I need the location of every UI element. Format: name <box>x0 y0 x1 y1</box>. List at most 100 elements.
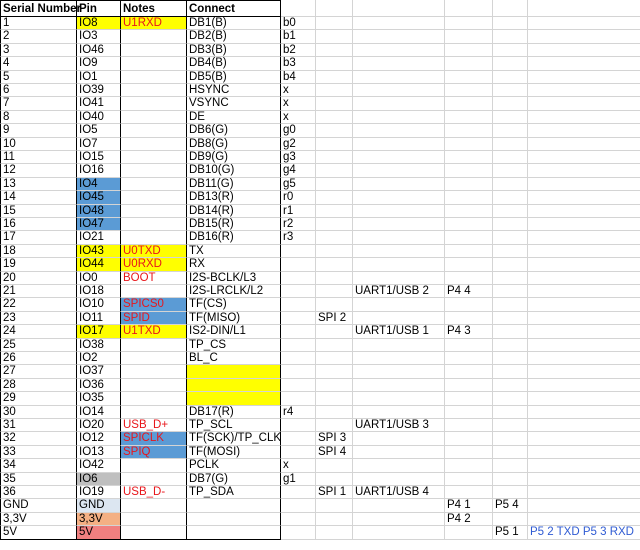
p5-note-cell[interactable] <box>528 30 640 44</box>
spi-cell[interactable] <box>316 459 353 473</box>
uart-cell[interactable] <box>353 191 445 205</box>
spi-cell[interactable] <box>316 352 353 366</box>
p5-note-cell[interactable] <box>528 57 640 71</box>
connect-cell[interactable]: DB7(G) <box>187 472 281 486</box>
serial-cell[interactable]: 35 <box>0 472 77 486</box>
pin-cell[interactable]: IO18 <box>77 285 121 299</box>
spi-cell[interactable] <box>316 499 353 513</box>
p5-cell[interactable] <box>493 365 528 379</box>
pin-cell[interactable]: IO13 <box>77 445 121 460</box>
extra-cell[interactable]: r1 <box>281 204 316 218</box>
p5-cell[interactable] <box>493 17 528 31</box>
notes-cell[interactable] <box>121 338 187 352</box>
uart-cell[interactable] <box>353 57 445 71</box>
notes-cell[interactable]: USB_D- <box>121 486 187 500</box>
extra-cell[interactable]: g4 <box>281 164 316 178</box>
p5-cell[interactable] <box>493 432 528 446</box>
uart-cell[interactable] <box>353 378 445 393</box>
spi-cell[interactable] <box>316 419 353 433</box>
notes-cell[interactable] <box>121 365 187 379</box>
spi-cell[interactable] <box>316 97 353 111</box>
connect-cell[interactable]: DB11(G) <box>187 177 281 192</box>
spi-cell[interactable] <box>316 526 353 540</box>
spi-cell[interactable] <box>316 298 353 312</box>
spi-cell[interactable] <box>316 84 353 98</box>
p5-note-cell[interactable]: P5 2 TXD P5 3 RXD <box>528 526 640 540</box>
extra-cell[interactable] <box>281 352 316 366</box>
notes-cell[interactable]: SPIQ <box>121 445 187 460</box>
spi-cell[interactable] <box>316 405 353 419</box>
p5-cell[interactable] <box>493 137 528 151</box>
notes-cell[interactable]: U1RXD <box>121 17 187 31</box>
uart-cell[interactable] <box>353 30 445 44</box>
serial-cell[interactable]: 32 <box>0 432 77 446</box>
pin-cell[interactable]: IO43 <box>77 244 121 259</box>
notes-cell[interactable]: U0TXD <box>121 244 187 259</box>
header-empty[interactable] <box>528 0 640 17</box>
connect-cell[interactable]: TP_SCL <box>187 419 281 433</box>
serial-cell[interactable]: 4 <box>0 57 77 71</box>
uart-cell[interactable] <box>353 311 445 326</box>
extra-cell[interactable] <box>281 419 316 433</box>
p4-cell[interactable] <box>445 57 493 71</box>
p5-cell[interactable] <box>493 298 528 312</box>
serial-cell[interactable]: 3 <box>0 43 77 58</box>
connect-cell[interactable]: DB15(R) <box>187 218 281 232</box>
p5-note-cell[interactable] <box>528 258 640 272</box>
p4-cell[interactable] <box>445 378 493 393</box>
p5-cell[interactable] <box>493 285 528 299</box>
connect-cell[interactable]: DB13(R) <box>187 191 281 205</box>
p4-cell[interactable] <box>445 486 493 500</box>
spi-cell[interactable] <box>316 325 353 339</box>
connect-cell[interactable] <box>187 512 281 527</box>
spi-cell[interactable] <box>316 110 353 125</box>
serial-cell[interactable]: 9 <box>0 124 77 138</box>
notes-cell[interactable] <box>121 30 187 44</box>
uart-cell[interactable] <box>353 271 445 285</box>
uart-cell[interactable] <box>353 164 445 178</box>
p5-note-cell[interactable] <box>528 325 640 339</box>
connect-cell[interactable]: DB5(B) <box>187 70 281 84</box>
spi-cell[interactable] <box>316 271 353 285</box>
p5-cell[interactable] <box>493 57 528 71</box>
notes-cell[interactable] <box>121 43 187 58</box>
connect-cell[interactable]: TF(MISO) <box>187 311 281 326</box>
spi-cell[interactable]: SPI 3 <box>316 432 353 446</box>
notes-cell[interactable] <box>121 177 187 192</box>
pin-cell[interactable]: IO38 <box>77 338 121 352</box>
serial-cell[interactable]: 14 <box>0 191 77 205</box>
uart-cell[interactable] <box>353 432 445 446</box>
notes-cell[interactable] <box>121 285 187 299</box>
extra-cell[interactable]: b2 <box>281 43 316 58</box>
serial-cell[interactable]: 24 <box>0 325 77 339</box>
connect-cell[interactable]: I2S-LRCLK/L2 <box>187 285 281 299</box>
extra-cell[interactable]: r3 <box>281 231 316 245</box>
serial-cell[interactable]: 28 <box>0 378 77 393</box>
p5-cell[interactable] <box>493 405 528 419</box>
p4-cell[interactable] <box>445 258 493 272</box>
p4-cell[interactable] <box>445 30 493 44</box>
connect-cell[interactable]: TF(SCK)/TP_CLK <box>187 432 281 446</box>
extra-cell[interactable]: r4 <box>281 405 316 419</box>
p5-note-cell[interactable] <box>528 285 640 299</box>
serial-cell[interactable]: 20 <box>0 271 77 285</box>
serial-cell[interactable]: 33 <box>0 445 77 460</box>
connect-cell[interactable] <box>187 526 281 540</box>
pin-cell[interactable]: IO4 <box>77 177 121 192</box>
notes-cell[interactable] <box>121 378 187 393</box>
extra-cell[interactable]: g2 <box>281 137 316 151</box>
serial-cell[interactable]: 6 <box>0 84 77 98</box>
connect-cell[interactable]: DB16(R) <box>187 231 281 245</box>
p5-note-cell[interactable] <box>528 71 640 84</box>
pin-cell[interactable]: GND <box>77 499 121 513</box>
p4-cell[interactable] <box>445 43 493 58</box>
pin-cell[interactable]: IO1 <box>77 70 121 84</box>
pin-cell[interactable]: IO8 <box>77 17 121 31</box>
extra-cell[interactable] <box>281 432 316 446</box>
p5-note-cell[interactable] <box>528 392 640 406</box>
p4-cell[interactable] <box>445 405 493 419</box>
p5-cell[interactable] <box>493 231 528 245</box>
extra-cell[interactable]: g3 <box>281 151 316 165</box>
p5-cell[interactable] <box>493 419 528 433</box>
pin-cell[interactable]: IO7 <box>77 137 121 151</box>
